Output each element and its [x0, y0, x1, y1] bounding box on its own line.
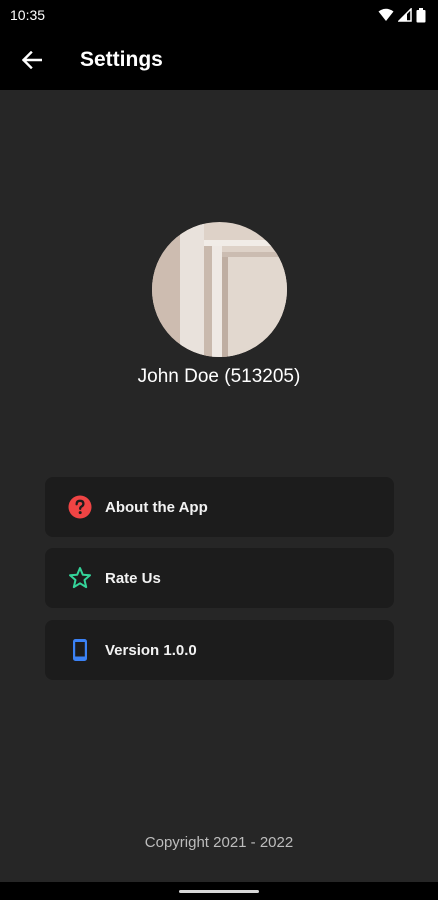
- copyright-text: Copyright 2021 - 2022: [144, 834, 294, 851]
- phone-icon: [68, 638, 92, 662]
- arrow-back-icon: [22, 51, 42, 69]
- signal-icon: [398, 8, 412, 22]
- status-time: 10:35: [10, 7, 46, 23]
- wifi-icon: [378, 8, 394, 21]
- star-outline-icon: [68, 566, 92, 590]
- status-icons: [378, 7, 426, 23]
- menu-item-version[interactable]: Version 1.0.0: [45, 620, 394, 680]
- menu-item-about[interactable]: About the App: [45, 477, 394, 537]
- menu-item-label: Rate Us: [105, 569, 161, 587]
- menu-item-label: Version 1.0.0: [105, 641, 197, 659]
- avatar-image: [152, 222, 287, 357]
- profile-name: John Doe (513205): [137, 366, 301, 387]
- help-circle-icon: [68, 495, 92, 519]
- back-button[interactable]: [10, 38, 54, 82]
- app-bar: Settings: [0, 30, 438, 90]
- avatar[interactable]: [152, 222, 287, 357]
- navigation-bar: [0, 882, 438, 900]
- page-title: Settings: [80, 48, 163, 71]
- home-gesture-handle[interactable]: [179, 890, 259, 893]
- menu-item-label: About the App: [105, 498, 208, 516]
- status-bar: 10:35: [0, 0, 438, 30]
- menu-item-rate[interactable]: Rate Us: [45, 548, 394, 608]
- battery-icon: [416, 7, 426, 22]
